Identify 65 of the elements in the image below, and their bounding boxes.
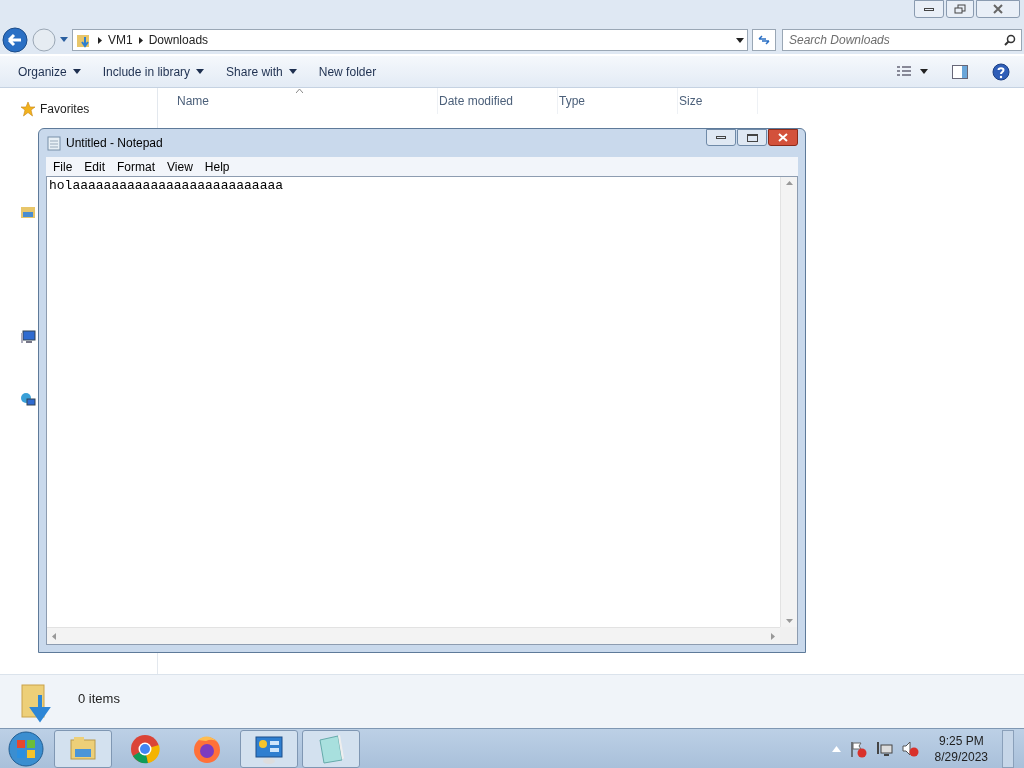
dropdown-icon[interactable] — [196, 69, 205, 74]
breadcrumb[interactable]: Downloads — [148, 31, 209, 49]
history-dropdown-icon[interactable] — [60, 37, 68, 43]
close-button[interactable] — [768, 129, 798, 146]
folder-icon — [76, 32, 92, 48]
dropdown-icon[interactable] — [736, 37, 744, 43]
start-button[interactable] — [6, 728, 46, 768]
notepad-icon — [46, 135, 62, 151]
restore-button[interactable] — [946, 0, 974, 18]
menu-item[interactable]: Edit — [78, 157, 112, 176]
maximize-button[interactable] — [737, 129, 767, 146]
toolbar-button[interactable]: New folder — [308, 59, 387, 84]
breadcrumb[interactable]: VM1 — [108, 31, 133, 49]
back-icon[interactable] — [2, 27, 28, 53]
flag-error-icon[interactable] — [848, 739, 867, 758]
network-error-icon[interactable] — [874, 739, 893, 758]
address-bar[interactable]: VM1 Downloads — [72, 29, 748, 51]
toolbar-button[interactable]: Share with — [216, 59, 307, 84]
vertical-scrollbar[interactable] — [780, 177, 797, 627]
column-header[interactable]: Date modified — [438, 88, 558, 114]
minimize-button[interactable] — [706, 129, 736, 146]
toolbar-button[interactable]: Organize — [8, 59, 91, 84]
menu-item[interactable]: Format — [111, 157, 162, 176]
dropdown-icon[interactable] — [288, 69, 297, 74]
chevron-icon[interactable] — [138, 36, 143, 44]
taskbar-button[interactable] — [240, 729, 298, 768]
search-icon[interactable] — [1004, 34, 1016, 46]
speaker-muted-icon[interactable] — [900, 739, 919, 758]
network-icon — [20, 392, 36, 408]
scroll-down-icon[interactable] — [785, 619, 793, 623]
column-header[interactable]: Type — [558, 88, 678, 114]
search-field[interactable]: Search Downloads — [782, 29, 1022, 51]
view-options-icon[interactable] — [896, 64, 912, 79]
menu-item[interactable]: Help — [198, 157, 236, 176]
close-icon — [992, 4, 1004, 14]
scroll-up-icon[interactable] — [785, 181, 793, 185]
refresh-icon — [757, 34, 771, 46]
library-icon — [20, 204, 36, 220]
toolbar-button[interactable]: Include in library — [92, 59, 215, 84]
star-icon — [20, 101, 36, 117]
help-icon[interactable] — [992, 62, 1010, 81]
close-button[interactable] — [976, 0, 1020, 18]
column-header[interactable]: Size — [678, 88, 758, 114]
scroll-right-icon[interactable] — [771, 632, 775, 640]
minimize-button[interactable] — [914, 0, 944, 18]
restore-icon — [954, 4, 966, 14]
refresh-button[interactable] — [752, 29, 776, 51]
chevron-icon[interactable] — [98, 36, 102, 44]
clock-date[interactable]: 8/29/2023 — [934, 748, 988, 765]
close-icon — [778, 133, 788, 142]
dropdown-icon[interactable] — [72, 69, 81, 74]
menu-item[interactable]: File — [47, 157, 79, 176]
menu-item[interactable]: View — [161, 157, 199, 176]
taskbar-button[interactable] — [302, 729, 360, 768]
item-count: 0 items — [78, 690, 120, 708]
horizontal-scrollbar[interactable] — [47, 627, 780, 644]
nav-item[interactable]: Favorites — [40, 100, 90, 118]
dropdown-icon[interactable] — [920, 69, 928, 74]
clock-time[interactable]: 9:25 PM — [938, 732, 984, 749]
scroll-left-icon[interactable] — [52, 632, 56, 640]
computer-icon — [20, 330, 36, 346]
taskbar-button[interactable] — [54, 729, 112, 768]
preview-pane-icon[interactable] — [952, 64, 968, 79]
window-title: Untitled - Notepad — [66, 135, 163, 152]
column-header[interactable]: Name — [176, 88, 438, 114]
